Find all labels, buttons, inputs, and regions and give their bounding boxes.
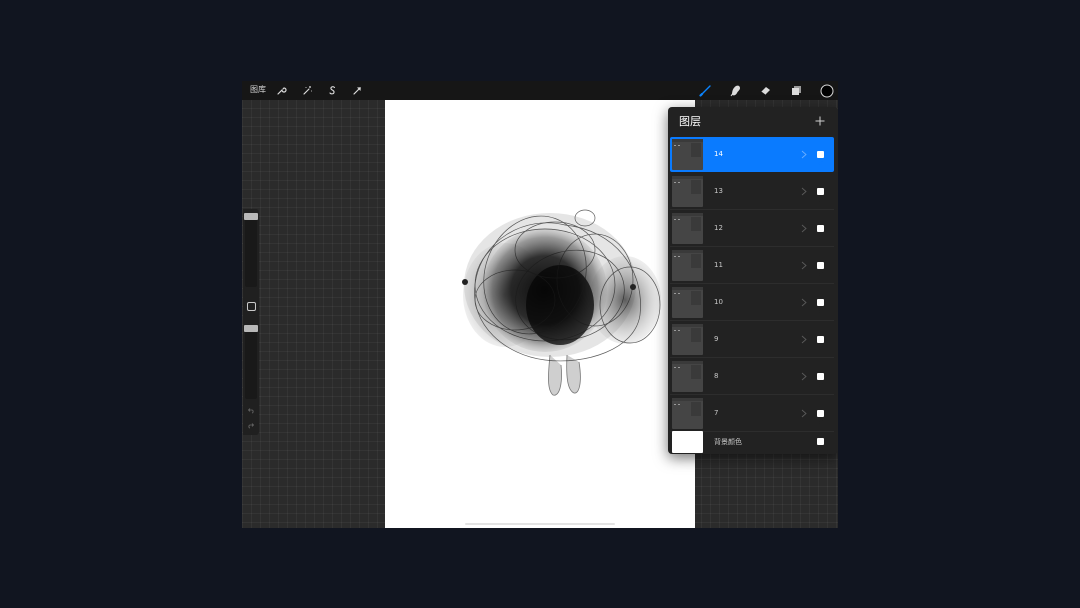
background-color-row[interactable]: 背景颜色 bbox=[670, 430, 834, 454]
opacity-handle[interactable] bbox=[244, 325, 258, 332]
panel-title: 图层 bbox=[679, 115, 701, 128]
layer-thumbnail bbox=[672, 176, 703, 207]
brush-icon[interactable] bbox=[698, 83, 713, 98]
layer-name: 11 bbox=[714, 261, 723, 269]
layer-name: 7 bbox=[714, 409, 719, 417]
brush-size-handle[interactable] bbox=[244, 213, 258, 220]
layer-row[interactable]: 10 bbox=[670, 285, 834, 321]
visibility-checkbox[interactable] bbox=[817, 336, 824, 350]
eraser-icon[interactable] bbox=[758, 83, 773, 98]
visibility-checkbox[interactable] bbox=[817, 438, 824, 452]
layer-name: 9 bbox=[714, 335, 719, 343]
layer-row[interactable]: 8 bbox=[670, 359, 834, 395]
opacity-slider[interactable] bbox=[245, 325, 257, 399]
gallery-button[interactable]: 图库 bbox=[250, 84, 266, 96]
chevron-right-icon[interactable] bbox=[801, 335, 807, 344]
home-indicator bbox=[465, 523, 615, 525]
layer-name: 13 bbox=[714, 187, 723, 195]
layer-row[interactable]: 12 bbox=[670, 211, 834, 247]
layer-thumbnail bbox=[672, 139, 703, 170]
chevron-right-icon[interactable] bbox=[801, 372, 807, 381]
visibility-checkbox[interactable] bbox=[817, 151, 824, 165]
visibility-checkbox[interactable] bbox=[817, 188, 824, 202]
undo-icon[interactable] bbox=[247, 407, 255, 415]
chevron-right-icon[interactable] bbox=[801, 224, 807, 233]
redo-icon[interactable] bbox=[247, 422, 255, 430]
modify-square-icon[interactable] bbox=[247, 302, 256, 311]
layer-thumbnail bbox=[672, 213, 703, 244]
layer-row[interactable]: 13 bbox=[670, 174, 834, 210]
chevron-right-icon[interactable] bbox=[801, 261, 807, 270]
layer-name: 14 bbox=[714, 150, 723, 158]
layers-panel: 图层 14 13 12 11 10 9 8 7 背景颜色 bbox=[668, 107, 838, 454]
wrench-icon[interactable] bbox=[274, 83, 289, 98]
layer-name: 8 bbox=[714, 372, 719, 380]
layer-row[interactable]: 7 bbox=[670, 396, 834, 432]
visibility-checkbox[interactable] bbox=[817, 410, 824, 424]
layer-row[interactable]: 11 bbox=[670, 248, 834, 284]
top-toolbar: 图库 bbox=[242, 81, 838, 100]
layer-name: 12 bbox=[714, 224, 723, 232]
visibility-checkbox[interactable] bbox=[817, 299, 824, 313]
layer-thumbnail bbox=[672, 398, 703, 429]
layer-thumbnail bbox=[672, 287, 703, 318]
selection-icon[interactable] bbox=[325, 83, 340, 98]
layer-thumbnail bbox=[672, 361, 703, 392]
magic-wand-icon[interactable] bbox=[300, 83, 315, 98]
brush-size-slider[interactable] bbox=[245, 213, 257, 287]
layers-icon[interactable] bbox=[789, 83, 804, 98]
chevron-right-icon[interactable] bbox=[801, 187, 807, 196]
chevron-right-icon[interactable] bbox=[801, 150, 807, 159]
background-color-thumbnail bbox=[672, 431, 703, 453]
left-sidebar bbox=[243, 209, 259, 435]
layer-thumbnail bbox=[672, 250, 703, 281]
layer-name: 背景颜色 bbox=[714, 438, 742, 446]
chevron-right-icon[interactable] bbox=[801, 298, 807, 307]
chevron-right-icon[interactable] bbox=[801, 409, 807, 418]
color-swatch[interactable] bbox=[819, 83, 834, 98]
transform-arrow-icon[interactable] bbox=[350, 83, 365, 98]
artwork-scribble bbox=[462, 209, 661, 396]
procreate-window: 图库 图层 14 13 12 11 10 9 8 7 背景颜色 bbox=[242, 81, 838, 528]
plus-icon[interactable] bbox=[813, 114, 827, 128]
visibility-checkbox[interactable] bbox=[817, 262, 824, 276]
layer-thumbnail bbox=[672, 324, 703, 355]
visibility-checkbox[interactable] bbox=[817, 225, 824, 239]
visibility-checkbox[interactable] bbox=[817, 373, 824, 387]
layer-name: 10 bbox=[714, 298, 723, 306]
layer-row[interactable]: 9 bbox=[670, 322, 834, 358]
layer-row[interactable]: 14 bbox=[670, 137, 834, 172]
drawing-canvas[interactable] bbox=[385, 100, 695, 528]
smudge-icon[interactable] bbox=[728, 83, 743, 98]
